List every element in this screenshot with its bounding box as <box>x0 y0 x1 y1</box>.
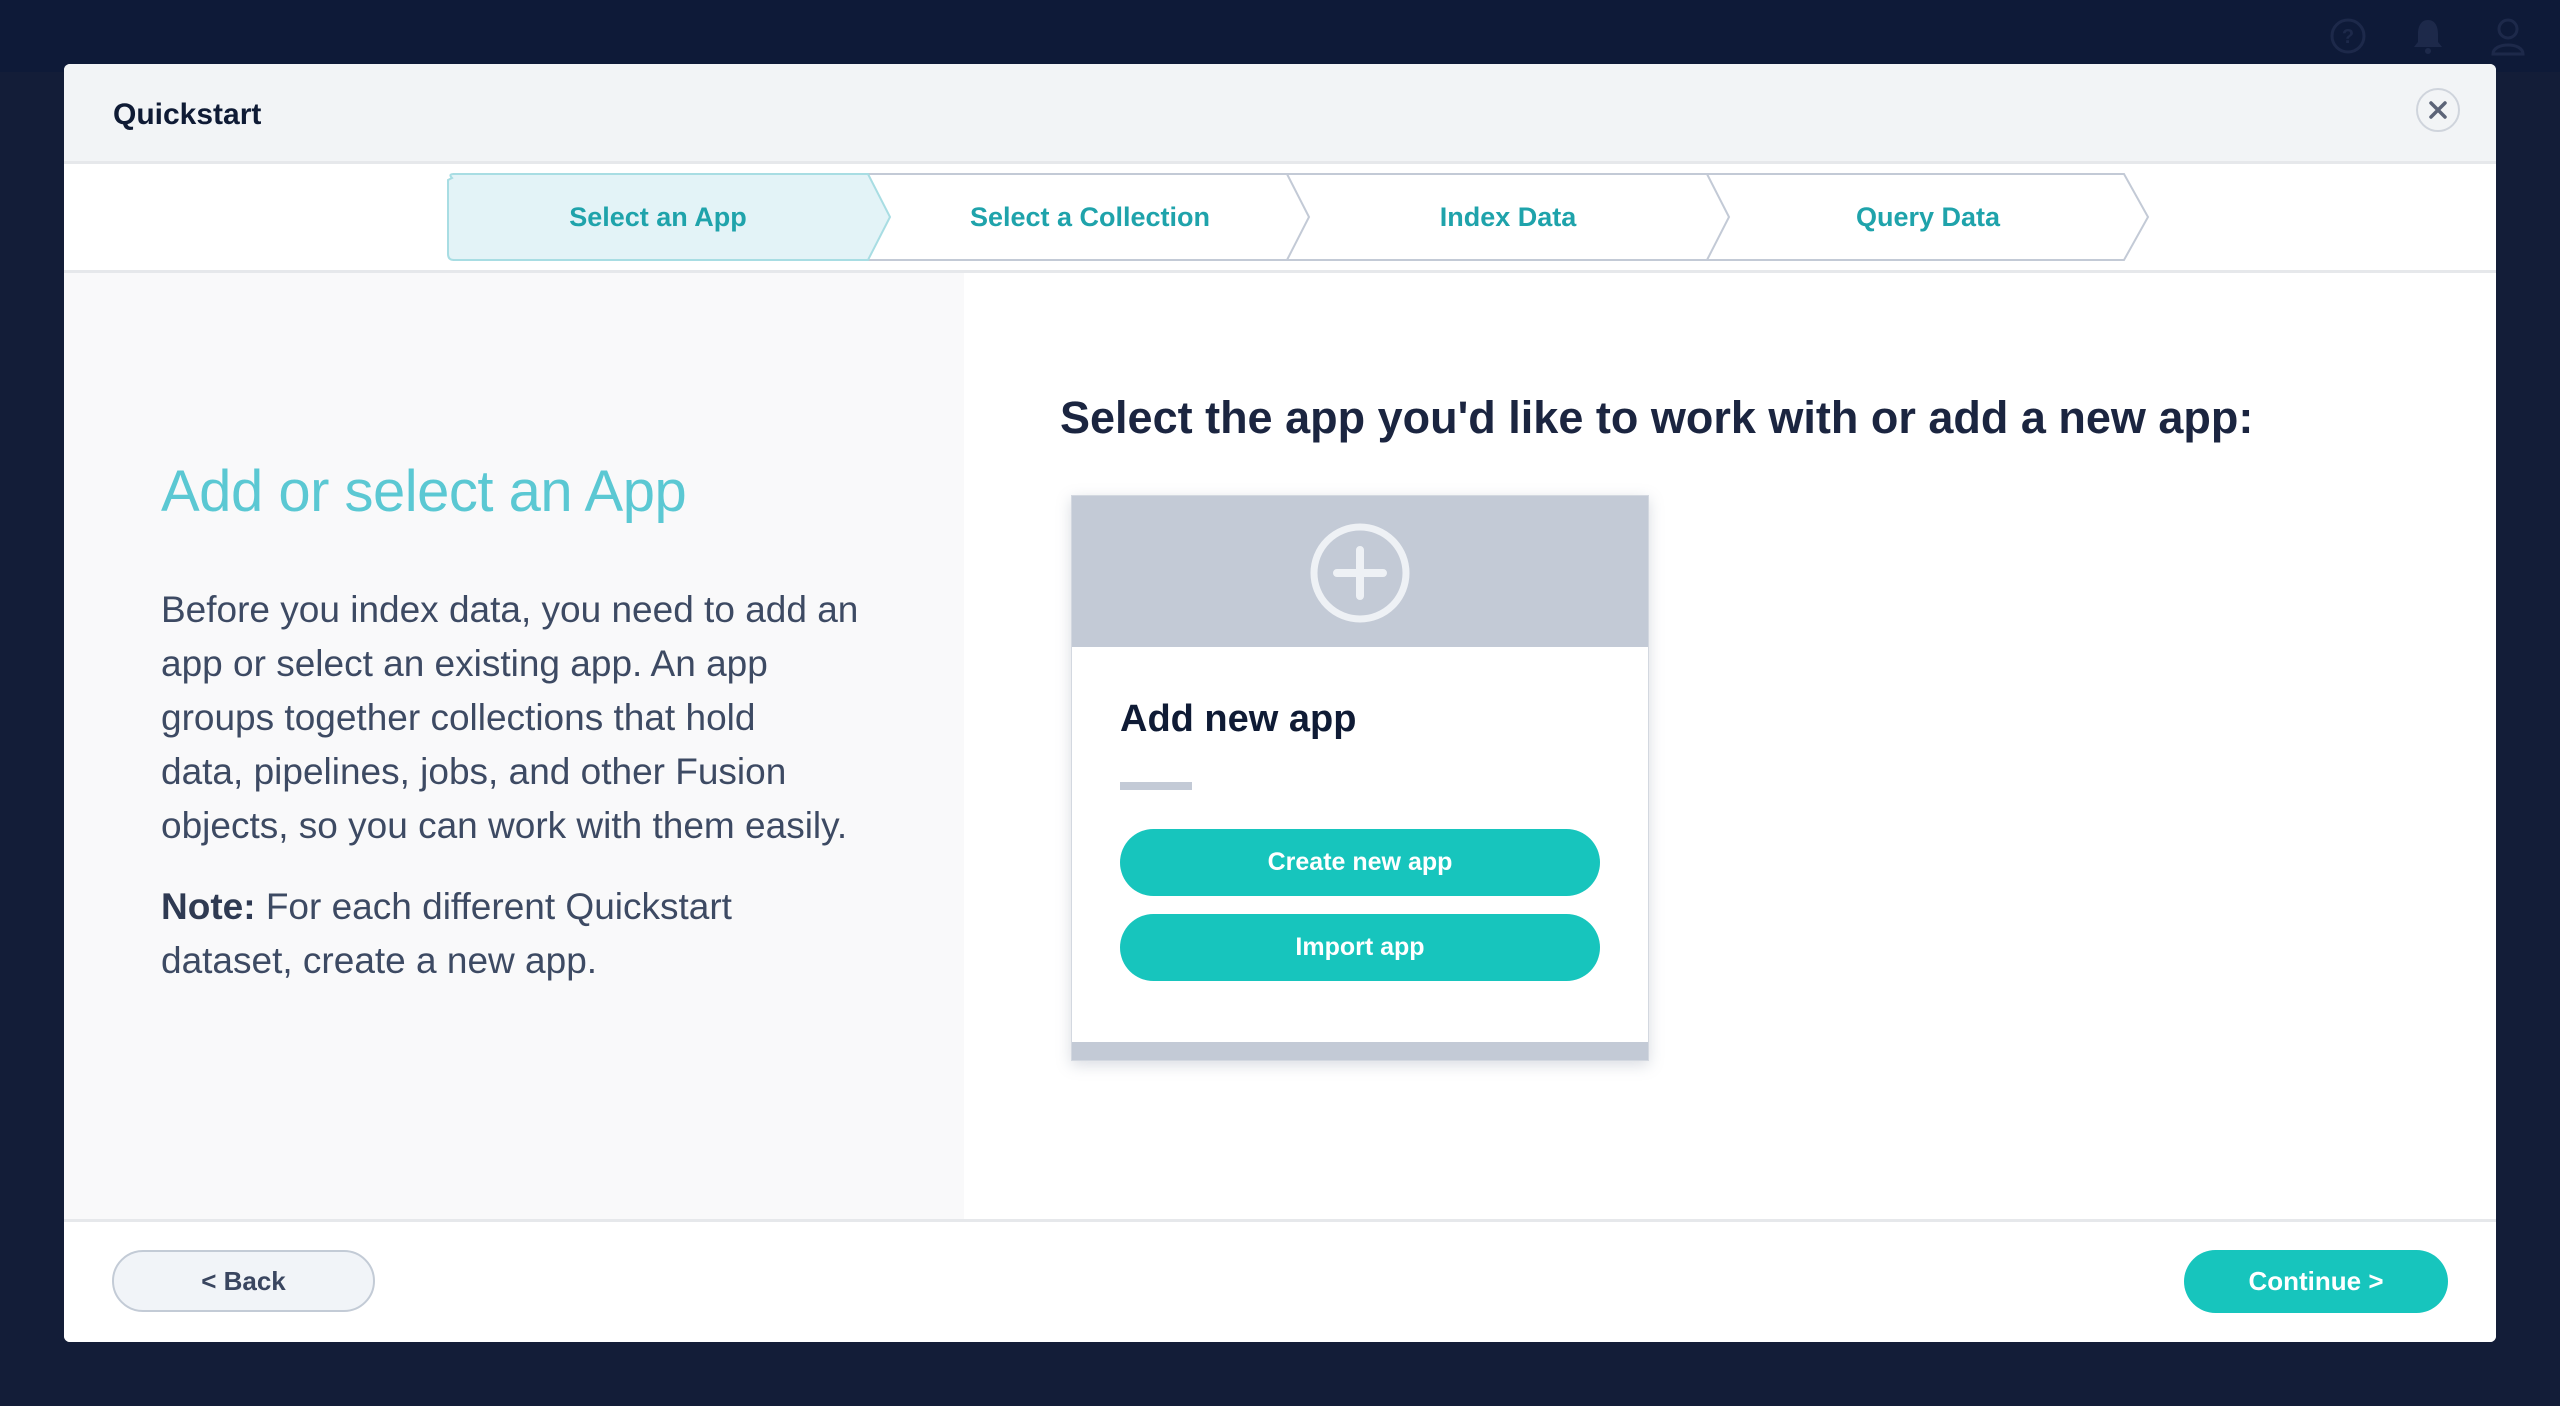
card-divider <box>1120 782 1192 790</box>
description-line: groups together collections that hold <box>161 697 756 738</box>
close-button[interactable] <box>2416 88 2460 132</box>
step-select-collection[interactable]: Select a Collection <box>880 174 1300 260</box>
help-icon[interactable]: ? <box>2326 14 2370 58</box>
card-title: Add new app <box>1120 698 1357 740</box>
note-line: dataset, create a new app. <box>161 940 598 981</box>
step-query-data[interactable]: Query Data <box>1718 174 2138 260</box>
modal-header: Quickstart <box>64 64 2496 164</box>
info-panel: Add or select an App Before you index da… <box>64 273 964 1219</box>
back-button[interactable]: < Back <box>112 1250 375 1312</box>
quickstart-modal: Quickstart Select an App Select a Collec… <box>64 64 2496 1342</box>
import-app-button[interactable]: Import app <box>1120 914 1600 981</box>
card-footer-strip <box>1072 1042 1648 1060</box>
description-line: app or select an existing app. An app <box>161 643 768 684</box>
user-icon[interactable] <box>2486 14 2530 58</box>
description-line: data, pipelines, jobs, and other Fusion <box>161 751 787 792</box>
note-text: For each different Quickstart <box>255 886 732 927</box>
modal-title: Quickstart <box>113 98 262 131</box>
panel-note: Note: For each different Quickstart data… <box>161 880 921 988</box>
description-line: objects, so you can work with them easil… <box>161 805 848 846</box>
panel-description: Before you index data, you need to add a… <box>161 583 921 853</box>
continue-button[interactable]: Continue > <box>2184 1250 2448 1313</box>
add-new-app-card[interactable]: Add new app Create new app Import app <box>1071 495 1649 1061</box>
modal-footer: < Back Continue > <box>64 1219 2496 1342</box>
card-header <box>1072 496 1648 647</box>
plus-circle-icon <box>1310 523 1410 623</box>
note-label: Note: <box>161 886 256 927</box>
bell-icon[interactable] <box>2406 14 2450 58</box>
step-select-app[interactable]: Select an App <box>448 174 868 260</box>
top-nav-bar: ? <box>0 0 2560 72</box>
description-line: Before you index data, you need to add a… <box>161 589 859 630</box>
close-icon <box>2429 101 2447 119</box>
note-line: Note: For each different Quickstart <box>161 880 921 934</box>
step-index-data[interactable]: Index Data <box>1298 174 1718 260</box>
panel-heading: Add or select an App <box>161 459 687 524</box>
svg-text:?: ? <box>2342 26 2354 48</box>
create-new-app-button[interactable]: Create new app <box>1120 829 1600 896</box>
app-selection-title: Select the app you'd like to work with o… <box>1060 392 2254 443</box>
stepper: Select an App Select a Collection Index … <box>64 164 2496 273</box>
